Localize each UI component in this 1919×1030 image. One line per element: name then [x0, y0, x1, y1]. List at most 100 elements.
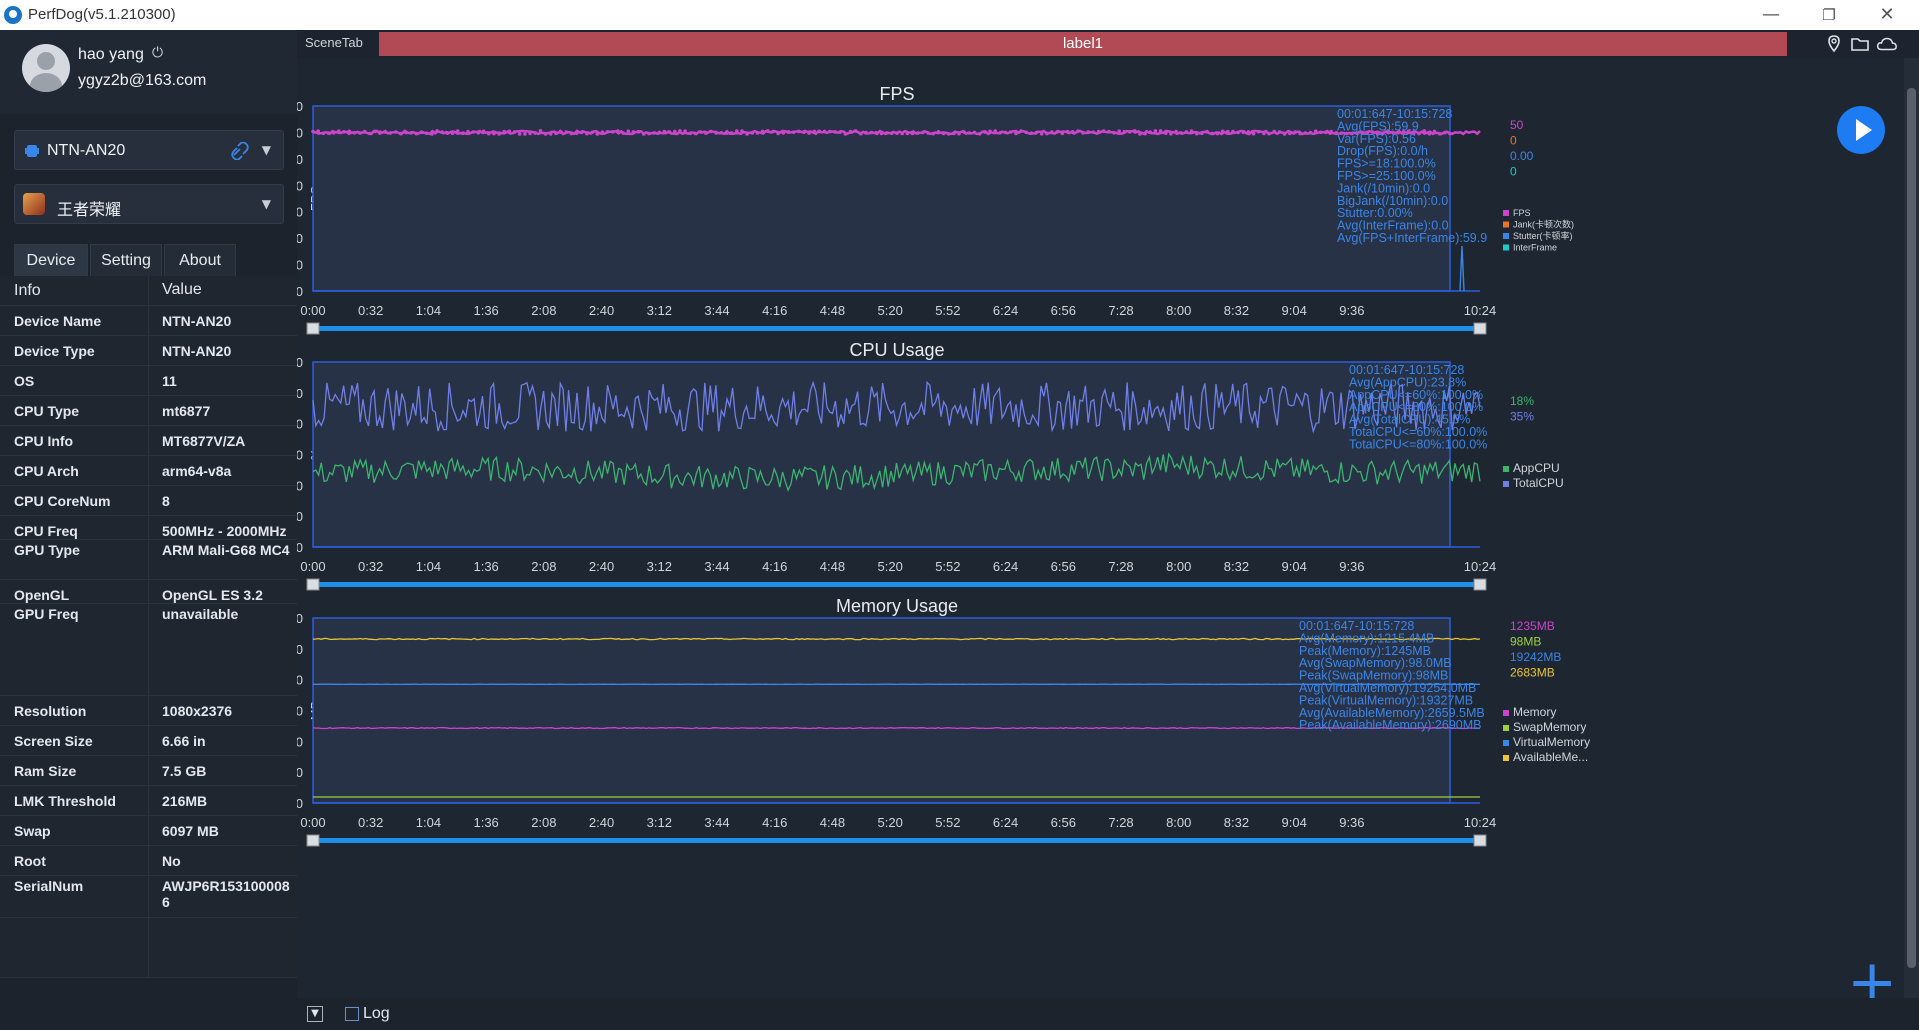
- y-tick-label: 40: [297, 417, 303, 432]
- y-tick-label: 3,000: [297, 611, 303, 626]
- y-tick-label: 20: [297, 231, 303, 246]
- scene-tab-button[interactable]: SceneTab: [305, 35, 363, 50]
- android-device-icon: [25, 145, 39, 157]
- y-tick-label: 500: [297, 765, 303, 780]
- time-range-slider: [313, 838, 1480, 843]
- fps-point: [616, 129, 620, 133]
- fps-point: [714, 131, 718, 135]
- current-value: 50: [1510, 118, 1524, 132]
- fps-point: [1210, 131, 1215, 136]
- x-tick-label: 0:00: [300, 559, 325, 574]
- y-tick-label: 10: [297, 509, 303, 524]
- fps-point: [662, 129, 667, 134]
- location-icon[interactable]: [1823, 33, 1845, 55]
- fps-point: [1174, 129, 1178, 134]
- fps-point: [905, 131, 910, 136]
- info-value: 6097 MB: [162, 823, 219, 839]
- scrollbar-thumb[interactable]: [1907, 88, 1916, 968]
- cloud-icon[interactable]: [1876, 33, 1898, 55]
- info-key: GPU Type: [14, 542, 80, 558]
- info-key: Ram Size: [14, 763, 77, 779]
- fps-point: [1065, 129, 1070, 134]
- scene-label[interactable]: label1: [379, 32, 1787, 56]
- x-tick-label: 3:12: [647, 815, 672, 830]
- info-value: NTN-AN20: [162, 343, 232, 359]
- fps-point: [698, 130, 703, 134]
- x-tick-label: 3:44: [704, 815, 729, 830]
- fps-point: [704, 131, 708, 135]
- fps-point: [755, 131, 760, 135]
- info-key: OS: [14, 373, 35, 389]
- fps-point: [1122, 129, 1127, 134]
- slider-handle-right: [1473, 578, 1487, 591]
- tab-setting[interactable]: Setting: [90, 244, 162, 276]
- fps-point: [957, 131, 961, 136]
- fps-point: [776, 131, 780, 136]
- chart-title: CPU Usage: [849, 340, 944, 360]
- fps-point: [1127, 130, 1132, 134]
- fps-point: [729, 131, 734, 135]
- table-row: CPU Type mt6877: [0, 396, 297, 426]
- fps-point: [791, 130, 796, 134]
- main-panel: SceneTab label1 FPS FPS 70 60 50 40 30 20 10 0 0:0…: [270, 30, 1919, 1030]
- fps-point: [414, 131, 419, 136]
- avatar[interactable]: [22, 44, 70, 92]
- fps-point: [1055, 130, 1059, 134]
- y-tick-label: 2,000: [297, 673, 303, 688]
- x-tick-label: 10:24: [1464, 559, 1497, 574]
- info-value: 6.66 in: [162, 733, 206, 749]
- link-icon[interactable]: [231, 142, 249, 160]
- close-button[interactable]: ✕: [1864, 2, 1910, 28]
- x-tick-label: 4:48: [820, 303, 845, 318]
- minimize-button[interactable]: —: [1748, 2, 1794, 28]
- fps-point: [1132, 129, 1137, 133]
- y-tick-label: 20: [297, 478, 303, 493]
- plot-area: [312, 617, 1451, 804]
- info-key: CPU Freq: [14, 523, 78, 539]
- fps-point: [378, 130, 382, 134]
- fps-point: [528, 131, 532, 136]
- fps-point: [1231, 129, 1235, 134]
- fps-point: [967, 131, 972, 135]
- fps-point: [921, 130, 925, 135]
- user-email: ygyz2b@163.com: [78, 72, 207, 89]
- fps-point: [688, 131, 693, 136]
- tab-about[interactable]: About: [164, 244, 236, 276]
- fps-point: [828, 129, 832, 134]
- collapse-log-button[interactable]: ▼: [307, 1006, 323, 1022]
- fps-point: [1070, 130, 1075, 134]
- app-icon: [23, 193, 45, 215]
- fps-point: [404, 130, 408, 135]
- fps-point: [538, 129, 543, 133]
- fps-point: [719, 131, 724, 135]
- device-select[interactable]: NTN-AN20 ▼: [14, 130, 284, 170]
- fps-point: [683, 129, 687, 133]
- fps-point: [611, 130, 615, 134]
- app-select[interactable]: 王者荣耀 ▼: [14, 184, 284, 224]
- info-key: Swap: [14, 823, 51, 839]
- legend-swatch: [1503, 244, 1509, 251]
- folder-icon[interactable]: [1849, 33, 1871, 55]
- x-tick-label: 5:52: [935, 559, 960, 574]
- fps-point: [926, 131, 930, 135]
- fps-point: [388, 131, 393, 135]
- fps-point: [952, 131, 956, 136]
- log-checkbox[interactable]: [345, 1007, 359, 1021]
- vertical-scrollbar[interactable]: [1904, 58, 1919, 998]
- info-key: CPU Type: [14, 403, 80, 419]
- tab-device[interactable]: Device: [14, 244, 88, 276]
- info-value: 11: [162, 373, 177, 389]
- fps-point: [962, 130, 966, 134]
- fps-point: [1096, 129, 1101, 134]
- fps-point: [1298, 131, 1302, 136]
- fps-point: [998, 130, 1003, 135]
- fps-point: [1288, 131, 1292, 136]
- x-tick-label: 8:00: [1166, 559, 1191, 574]
- play-button[interactable]: [1837, 106, 1885, 154]
- y-tick-label: 2,500: [297, 642, 303, 657]
- restore-button[interactable]: ❐: [1806, 2, 1852, 28]
- y-tick-label: 1,000: [297, 734, 303, 749]
- fps-point: [1215, 131, 1220, 136]
- x-tick-label: 0:00: [300, 815, 325, 830]
- power-icon[interactable]: ⏻: [152, 45, 163, 61]
